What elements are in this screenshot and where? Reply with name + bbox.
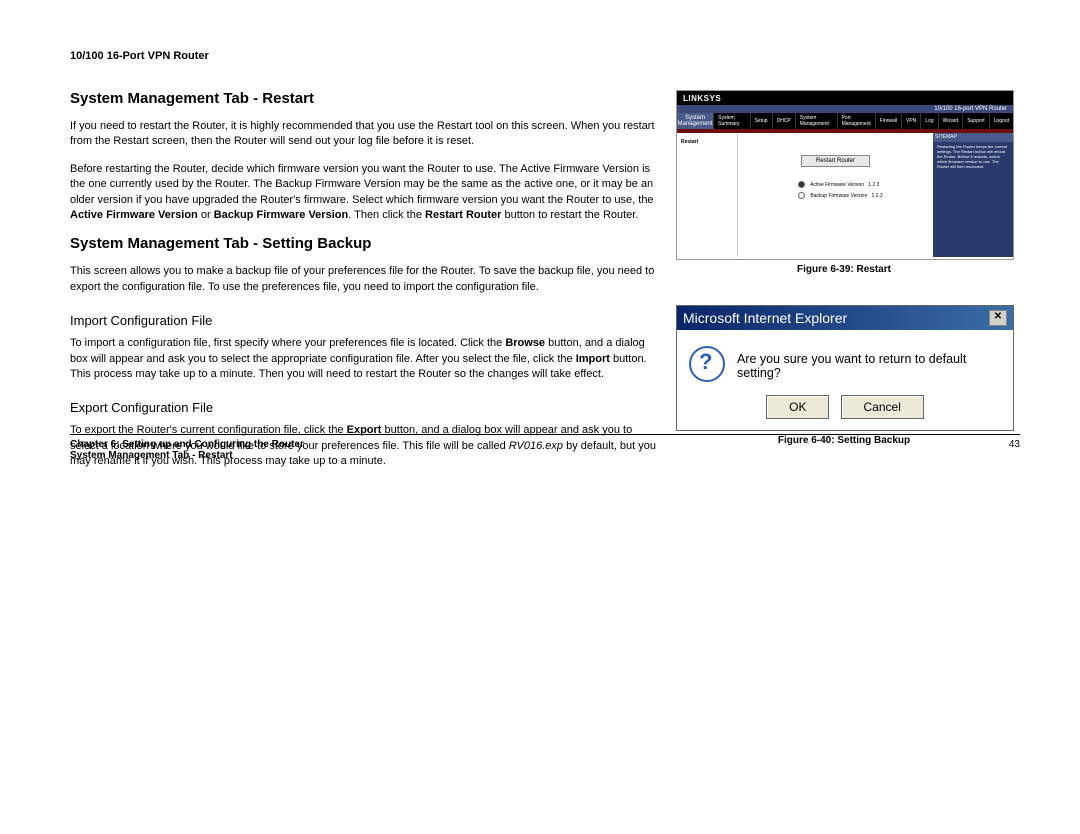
restart-paragraph-2: Before restarting the Router, decide whi… xyxy=(70,162,660,224)
tab-logout[interactable]: Logout xyxy=(989,113,1013,129)
cancel-button[interactable]: Cancel xyxy=(841,395,924,419)
tab-sysmgmt[interactable]: System Management xyxy=(795,113,837,129)
doc-header: 10/100 16-Port VPN Router xyxy=(70,50,1020,62)
figure-39-caption: Figure 6-39: Restart xyxy=(676,264,1012,275)
dialog-title: Microsoft Internet Explorer xyxy=(683,310,847,326)
dialog-message: Are you sure you want to return to defau… xyxy=(737,346,1001,380)
tab-vpn[interactable]: VPN xyxy=(901,113,920,129)
radio-icon xyxy=(798,181,805,188)
page-number: 43 xyxy=(1009,439,1020,461)
tab-support[interactable]: Support xyxy=(962,113,989,129)
page-footer: Chapter 6: Setting up and Configuring th… xyxy=(70,434,1020,461)
tab-port[interactable]: Port Management xyxy=(837,113,875,129)
system-management-tab[interactable]: SystemManagement xyxy=(677,113,713,129)
device-desc: 10/100 16-port VPN Router xyxy=(677,105,1013,113)
main-text-column: System Management Tab - Restart If you n… xyxy=(70,90,660,481)
sitemap-heading: SITEMAP xyxy=(933,133,1013,142)
close-icon[interactable]: ✕ xyxy=(989,310,1007,326)
backup-firmware-option[interactable]: Backup Firmware Version 1.2.3 xyxy=(798,192,933,199)
active-firmware-option[interactable]: Active Firmware Version 1.2.3 xyxy=(798,181,933,188)
nav-tabs: SystemManagement System Summary Setup DH… xyxy=(677,113,1013,129)
tab-setup[interactable]: Setup xyxy=(750,113,772,129)
restart-side-label: Restart xyxy=(677,133,738,257)
figures-column: LINKSYS 10/100 16-port VPN Router System… xyxy=(676,90,1012,481)
import-paragraph: To import a configuration file, first sp… xyxy=(70,336,660,382)
tab-firewall[interactable]: Firewall xyxy=(875,113,901,129)
brand-label: LINKSYS xyxy=(683,94,721,103)
export-heading: Export Configuration File xyxy=(70,400,660,415)
radio-icon xyxy=(798,192,805,199)
import-heading: Import Configuration File xyxy=(70,313,660,328)
restart-router-button[interactable]: Restart Router xyxy=(801,155,870,167)
tab-summary[interactable]: System Summary xyxy=(713,113,749,129)
question-icon xyxy=(689,346,725,382)
tab-wizard[interactable]: Wizard xyxy=(938,113,963,129)
section-backup-heading: System Management Tab - Setting Backup xyxy=(70,235,660,252)
sitemap-panel: SITEMAP Restarting the Router keeps the … xyxy=(933,133,1013,257)
backup-paragraph-1: This screen allows you to make a backup … xyxy=(70,264,660,295)
ok-button[interactable]: OK xyxy=(766,395,829,419)
footer-section: System Management Tab - Restart xyxy=(70,450,304,461)
figure-dialog-screenshot: Microsoft Internet Explorer ✕ Are you su… xyxy=(676,305,1014,431)
section-restart-heading: System Management Tab - Restart xyxy=(70,90,660,107)
tab-log[interactable]: Log xyxy=(920,113,937,129)
figure-restart-screenshot: LINKSYS 10/100 16-port VPN Router System… xyxy=(676,90,1014,260)
footer-chapter: Chapter 6: Setting up and Configuring th… xyxy=(70,439,304,450)
restart-paragraph-1: If you need to restart the Router, it is… xyxy=(70,119,660,150)
tab-dhcp[interactable]: DHCP xyxy=(772,113,795,129)
